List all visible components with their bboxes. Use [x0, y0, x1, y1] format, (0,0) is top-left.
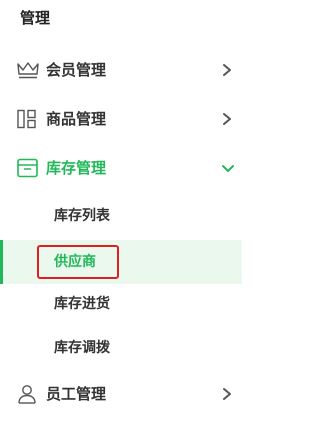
menu-item-members-label: 会员管理 [46, 61, 107, 79]
submenu-item-inventory-list[interactable]: 库存列表 [0, 194, 242, 238]
submenu-item-label: 库存调拨 [54, 340, 110, 356]
selected-indicator [0, 240, 3, 284]
menu-item-products[interactable]: 商品管理 [0, 97, 242, 141]
chevron-right-icon [220, 62, 234, 78]
submenu-item-label: 库存列表 [54, 208, 110, 224]
chevron-down-icon [220, 161, 236, 175]
crown-icon [16, 60, 40, 80]
grid-icon [16, 109, 40, 129]
menu-item-inventory[interactable]: 库存管理 [0, 146, 242, 190]
chevron-right-icon [220, 111, 234, 127]
chevron-right-icon [220, 386, 234, 402]
submenu-item-stock-transfer[interactable]: 库存调拨 [0, 326, 242, 370]
menu-item-staff[interactable]: 员工管理 [0, 372, 242, 416]
submenu-item-label: 供应商 [54, 254, 96, 270]
section-title: 管理 [20, 9, 51, 27]
menu-item-inventory-label: 库存管理 [46, 159, 107, 177]
menu-item-staff-label: 员工管理 [46, 385, 107, 403]
submenu-item-suppliers[interactable]: 供应商 [0, 240, 242, 284]
user-icon [16, 384, 40, 404]
submenu-item-label: 库存进货 [54, 296, 110, 312]
submenu-item-stock-purchase[interactable]: 库存进货 [0, 282, 242, 326]
menu-item-members[interactable]: 会员管理 [0, 48, 242, 92]
menu-item-products-label: 商品管理 [46, 110, 107, 128]
box-icon [16, 158, 40, 178]
